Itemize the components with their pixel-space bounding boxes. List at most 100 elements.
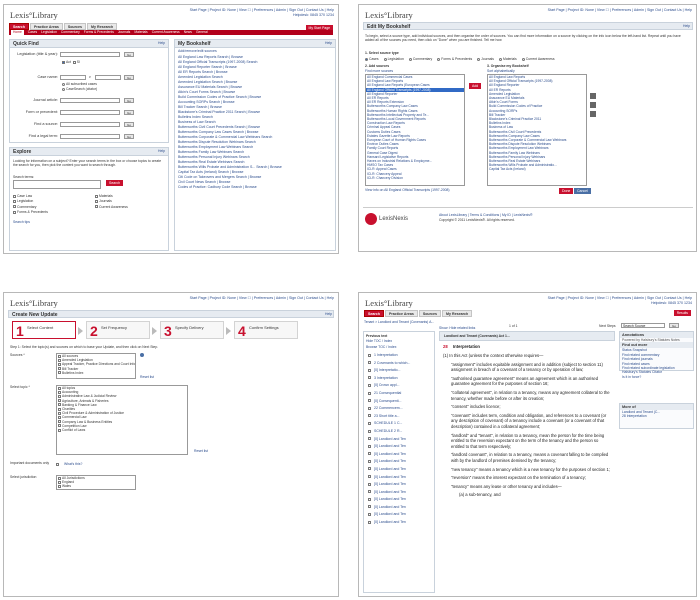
casesearch-radio[interactable]: CaseSearch (citator) <box>62 87 97 91</box>
step-select-content[interactable]: 1 Select Content <box>12 321 76 339</box>
hide-toc-link[interactable]: Hide TOC / Index <box>366 339 392 343</box>
subtab-news[interactable]: News <box>184 30 192 35</box>
case-party1-input[interactable] <box>60 75 86 80</box>
all-cases-radio[interactable]: All subscribed cases <box>62 82 97 86</box>
reset-sources-link[interactable]: Reset list <box>140 375 154 379</box>
toc-item[interactable]: 1 Interpretation <box>368 352 410 360</box>
source-type-radio[interactable]: Cases <box>365 57 379 61</box>
add-button[interactable]: Add <box>469 83 482 89</box>
my-bookshelf-list[interactable]: All England Law Reports All England Offic… <box>487 74 587 186</box>
subtab-legislation[interactable]: Legislation <box>41 30 57 35</box>
toc-item[interactable]: [0] Landlord and Ten <box>368 474 410 482</box>
next-steps-select[interactable]: Search Source <box>621 323 665 328</box>
source-type-radio[interactable]: Forms & Precedents <box>437 57 472 61</box>
toc-item[interactable]: [0] Landlord and Ten <box>368 519 410 527</box>
previous-text[interactable]: Previous text <box>366 334 387 338</box>
bookshelf-source-link[interactable]: Codes of Practice: Cadbury Code Search |… <box>178 185 282 190</box>
tab-search[interactable]: Search <box>9 23 29 30</box>
journal-input[interactable] <box>60 98 120 103</box>
available-sources-list[interactable]: All England Commercial Cases All England … <box>365 74 465 186</box>
tab-practice-areas[interactable]: Practice Areas <box>385 310 418 317</box>
subtab-cases[interactable]: Cases <box>28 30 37 35</box>
sources-list[interactable]: All sources Amended Legislation Appeal Tra… <box>56 353 136 379</box>
toc-item[interactable]: [0] Landlord and Ten <box>368 443 410 451</box>
search-tips-link[interactable]: Search tips <box>13 220 30 224</box>
sort-alphabetically-link[interactable]: Sort alphabetically <box>487 69 515 73</box>
top-links[interactable]: Start Page | Project ID: None | View ☐ |… <box>190 296 334 300</box>
source-input[interactable] <box>60 122 120 127</box>
tab-my-research[interactable]: My Research <box>442 310 473 317</box>
form-input[interactable] <box>60 110 120 115</box>
toc-item[interactable]: SCHEDULE 1 C... <box>368 420 410 428</box>
legal-term-input[interactable] <box>60 134 120 139</box>
form-go-button[interactable]: Go <box>124 110 134 115</box>
show-hide-links[interactable]: Show: Hide related links <box>439 326 475 330</box>
breadcrumb[interactable]: Tenant > Landlord and Tenant (Covenants)… <box>364 320 434 324</box>
footer-links[interactable]: About LexisLibrary | Terms & Conditions … <box>439 213 532 217</box>
toc-item[interactable]: [0] Landlord and Ten <box>368 436 410 444</box>
toc-item[interactable]: [0] Landlord and Ten <box>368 466 410 474</box>
results-button[interactable]: Results <box>673 310 691 316</box>
case-party2-input[interactable] <box>95 75 121 80</box>
browse-toc-link[interactable]: Browse TOC / Index <box>366 345 396 349</box>
tab-sources[interactable]: Sources <box>418 310 442 317</box>
act-checkbox[interactable] <box>62 60 65 64</box>
create-update-help[interactable]: Help <box>325 312 332 316</box>
subtab-commentary[interactable]: Commentary <box>61 30 80 35</box>
tab-sources[interactable]: Sources <box>63 23 87 30</box>
source-type-radio[interactable]: Current Awareness <box>521 57 555 61</box>
toc-item[interactable]: 3 Interpretation <box>368 375 410 383</box>
subtab-current-awareness[interactable]: Current Awareness <box>152 30 180 35</box>
source-checkbox-item[interactable]: Bulletins Index <box>57 371 135 375</box>
topic-checkbox-item[interactable]: Conflict of Laws <box>57 428 187 432</box>
si-checkbox[interactable] <box>72 60 76 64</box>
explore-help[interactable]: Help <box>158 149 165 153</box>
toc-item[interactable]: [0] Consequenti... <box>368 398 410 406</box>
toc-item[interactable]: [0] Landlord and Ten <box>368 504 410 512</box>
available-source-item[interactable]: ICLR: Chancery Division <box>366 176 464 180</box>
subtab-forms[interactable]: Forms & Precedents <box>84 30 114 35</box>
toc-item[interactable]: [0] Crown appl... <box>368 382 410 390</box>
tab-search[interactable]: Search <box>364 310 384 317</box>
move-down-icon[interactable] <box>590 102 596 108</box>
cancel-button[interactable]: Cancel <box>574 188 591 194</box>
quick-find-help[interactable]: Help <box>158 41 165 45</box>
toc-item[interactable]: [0] Interpretatio... <box>368 367 410 375</box>
find-more-sources-link[interactable]: Find more sources <box>365 69 393 73</box>
find-more-link[interactable]: Is it in force? <box>620 375 693 379</box>
important-docs-checkbox[interactable] <box>56 463 59 466</box>
source-type-radio[interactable]: Materials <box>499 57 517 61</box>
reset-topics-link[interactable]: Reset list <box>194 449 208 453</box>
toc-item[interactable]: SCHEDULE 2 R... <box>368 428 410 436</box>
add-remove-sources-link[interactable]: Add/remove/edit sources <box>178 49 217 54</box>
step-specify-delivery[interactable]: 3 Specify Delivery <box>160 321 224 339</box>
toc-item[interactable]: [0] Landlord and Ten <box>368 451 410 459</box>
bookshelf-help[interactable]: Help <box>325 41 332 45</box>
info-icon[interactable] <box>140 353 144 357</box>
journal-go-button[interactable]: Go <box>124 98 134 103</box>
subtab-home[interactable]: Home <box>11 30 24 35</box>
toc-item[interactable]: 22 Commencem... <box>368 405 410 413</box>
move-up-icon[interactable] <box>590 93 596 99</box>
top-links[interactable]: Start Page | Project ID: None | View ☐ |… <box>548 8 692 12</box>
search-terms-input[interactable] <box>13 180 101 189</box>
toc-item[interactable]: [0] Landlord and Ten <box>368 496 410 504</box>
source-type-radio[interactable]: Legislation <box>383 57 404 61</box>
toc-item[interactable]: 21 Consequential <box>368 390 410 398</box>
done-button[interactable]: Done <box>559 188 574 194</box>
subtab-materials[interactable]: Materials <box>134 30 147 35</box>
source-checkbox-item[interactable]: Appeal Tracker, Practice Directions and … <box>57 362 135 366</box>
subtab-general[interactable]: General <box>196 30 208 35</box>
more-of-link[interactable]: 28 Interpretation <box>620 414 693 418</box>
edit-bookshelf-help[interactable]: Help <box>683 24 690 28</box>
tab-practice-areas[interactable]: Practice Areas <box>30 23 63 30</box>
step-confirm-settings[interactable]: 4 Confirm Settings <box>234 321 298 339</box>
source-go-button[interactable]: Go <box>124 122 134 127</box>
toc-item[interactable]: [0] Landlord and Ten <box>368 511 410 519</box>
explore-search-button[interactable]: Search <box>106 180 124 186</box>
toc-item[interactable]: 2 Covenants to which... <box>368 360 410 368</box>
next-steps-go[interactable]: Go <box>669 323 679 328</box>
source-type-radio[interactable]: Commentary <box>408 57 432 61</box>
toc-item[interactable]: 23 Short title a... <box>368 413 410 421</box>
tab-my-research[interactable]: My Research <box>87 23 118 30</box>
